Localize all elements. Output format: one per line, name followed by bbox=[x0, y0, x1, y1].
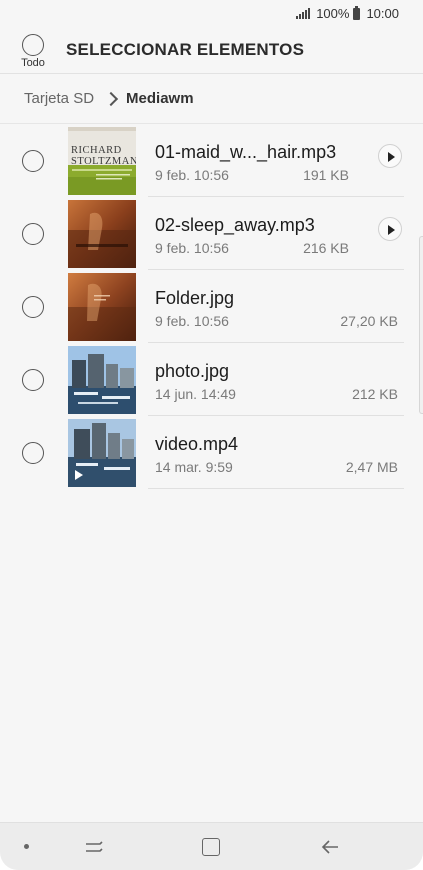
file-size: 191 KB bbox=[303, 167, 349, 183]
circle-checkbox-icon[interactable] bbox=[22, 369, 44, 391]
album-art-text: RICHARD bbox=[71, 145, 122, 156]
file-name: photo.jpg bbox=[155, 361, 230, 381]
dot-icon[interactable] bbox=[24, 844, 29, 849]
file-row[interactable]: RICHARD STOLTZMAN 01-maid_w..._hair.mp3 … bbox=[0, 124, 423, 197]
divider bbox=[148, 488, 404, 489]
page-title: SELECCIONAR ELEMENTOS bbox=[66, 40, 305, 59]
file-row[interactable]: 02-sleep_away.mp3 9 feb. 10:56 216 KB bbox=[0, 197, 423, 270]
file-date: 9 feb. 10:56 bbox=[155, 167, 229, 183]
edge-panel-handle[interactable] bbox=[419, 236, 423, 414]
file-name: 01-maid_w..._hair.mp3 bbox=[155, 142, 337, 162]
file-date: 9 feb. 10:56 bbox=[155, 240, 229, 256]
status-bar: 100% 10:00 bbox=[0, 0, 423, 28]
file-date: 9 feb. 10:56 bbox=[155, 313, 229, 329]
video-play-icon bbox=[75, 470, 83, 480]
file-row[interactable]: Folder.jpg 9 feb. 10:56 27,20 KB bbox=[0, 270, 423, 343]
file-name: video.mp4 bbox=[155, 434, 239, 454]
file-name: 02-sleep_away.mp3 bbox=[155, 215, 315, 235]
status-time: 10:00 bbox=[366, 6, 399, 21]
file-date: 14 jun. 14:49 bbox=[155, 386, 236, 402]
breadcrumb-current: Mediawm bbox=[126, 90, 194, 107]
file-size: 2,47 MB bbox=[345, 459, 398, 475]
circle-checkbox-icon[interactable] bbox=[22, 150, 44, 172]
status-indicators: 100% 10:00 bbox=[296, 5, 399, 21]
circle-checkbox-icon[interactable] bbox=[22, 442, 44, 464]
battery-percentage: 100% bbox=[316, 6, 350, 21]
file-date: 14 mar. 9:59 bbox=[155, 459, 233, 475]
divider bbox=[0, 73, 423, 74]
home-icon[interactable] bbox=[202, 838, 220, 856]
play-icon[interactable] bbox=[378, 144, 402, 168]
circle-checkbox-icon[interactable] bbox=[22, 296, 44, 318]
video-thumbnail bbox=[68, 419, 136, 487]
navigation-bar bbox=[0, 822, 423, 870]
file-row[interactable]: photo.jpg 14 jun. 14:49 212 KB bbox=[0, 343, 423, 416]
breadcrumb: Tarjeta SD Mediawm bbox=[24, 90, 194, 107]
battery-icon bbox=[353, 5, 361, 20]
file-size: 27,20 KB bbox=[340, 313, 398, 329]
circle-checkbox-icon[interactable] bbox=[22, 223, 44, 245]
select-all-label: Todo bbox=[21, 57, 45, 69]
album-art-thumbnail bbox=[68, 200, 136, 268]
file-list: RICHARD STOLTZMAN 01-maid_w..._hair.mp3 … bbox=[0, 124, 423, 489]
album-art-text: STOLTZMAN bbox=[71, 156, 136, 167]
file-size: 212 KB bbox=[352, 386, 398, 402]
signal-icon bbox=[296, 8, 311, 19]
file-row[interactable]: video.mp4 14 mar. 9:59 2,47 MB bbox=[0, 416, 423, 489]
back-icon[interactable] bbox=[320, 837, 340, 857]
file-name: Folder.jpg bbox=[155, 288, 235, 308]
select-all-checkbox[interactable]: Todo bbox=[18, 34, 48, 69]
play-icon[interactable] bbox=[378, 217, 402, 241]
recent-apps-icon[interactable] bbox=[84, 838, 104, 856]
circle-checkbox-icon bbox=[22, 34, 44, 56]
file-size: 216 KB bbox=[303, 240, 349, 256]
album-art-thumbnail: RICHARD STOLTZMAN bbox=[68, 127, 136, 195]
screen: 100% 10:00 Todo SELECCIONAR ELEMENTOS Ta… bbox=[0, 0, 423, 870]
image-thumbnail bbox=[68, 346, 136, 414]
chevron-right-icon bbox=[104, 92, 118, 106]
app-bar: Todo SELECCIONAR ELEMENTOS bbox=[0, 28, 423, 73]
image-thumbnail bbox=[68, 273, 136, 341]
breadcrumb-root[interactable]: Tarjeta SD bbox=[24, 90, 94, 107]
